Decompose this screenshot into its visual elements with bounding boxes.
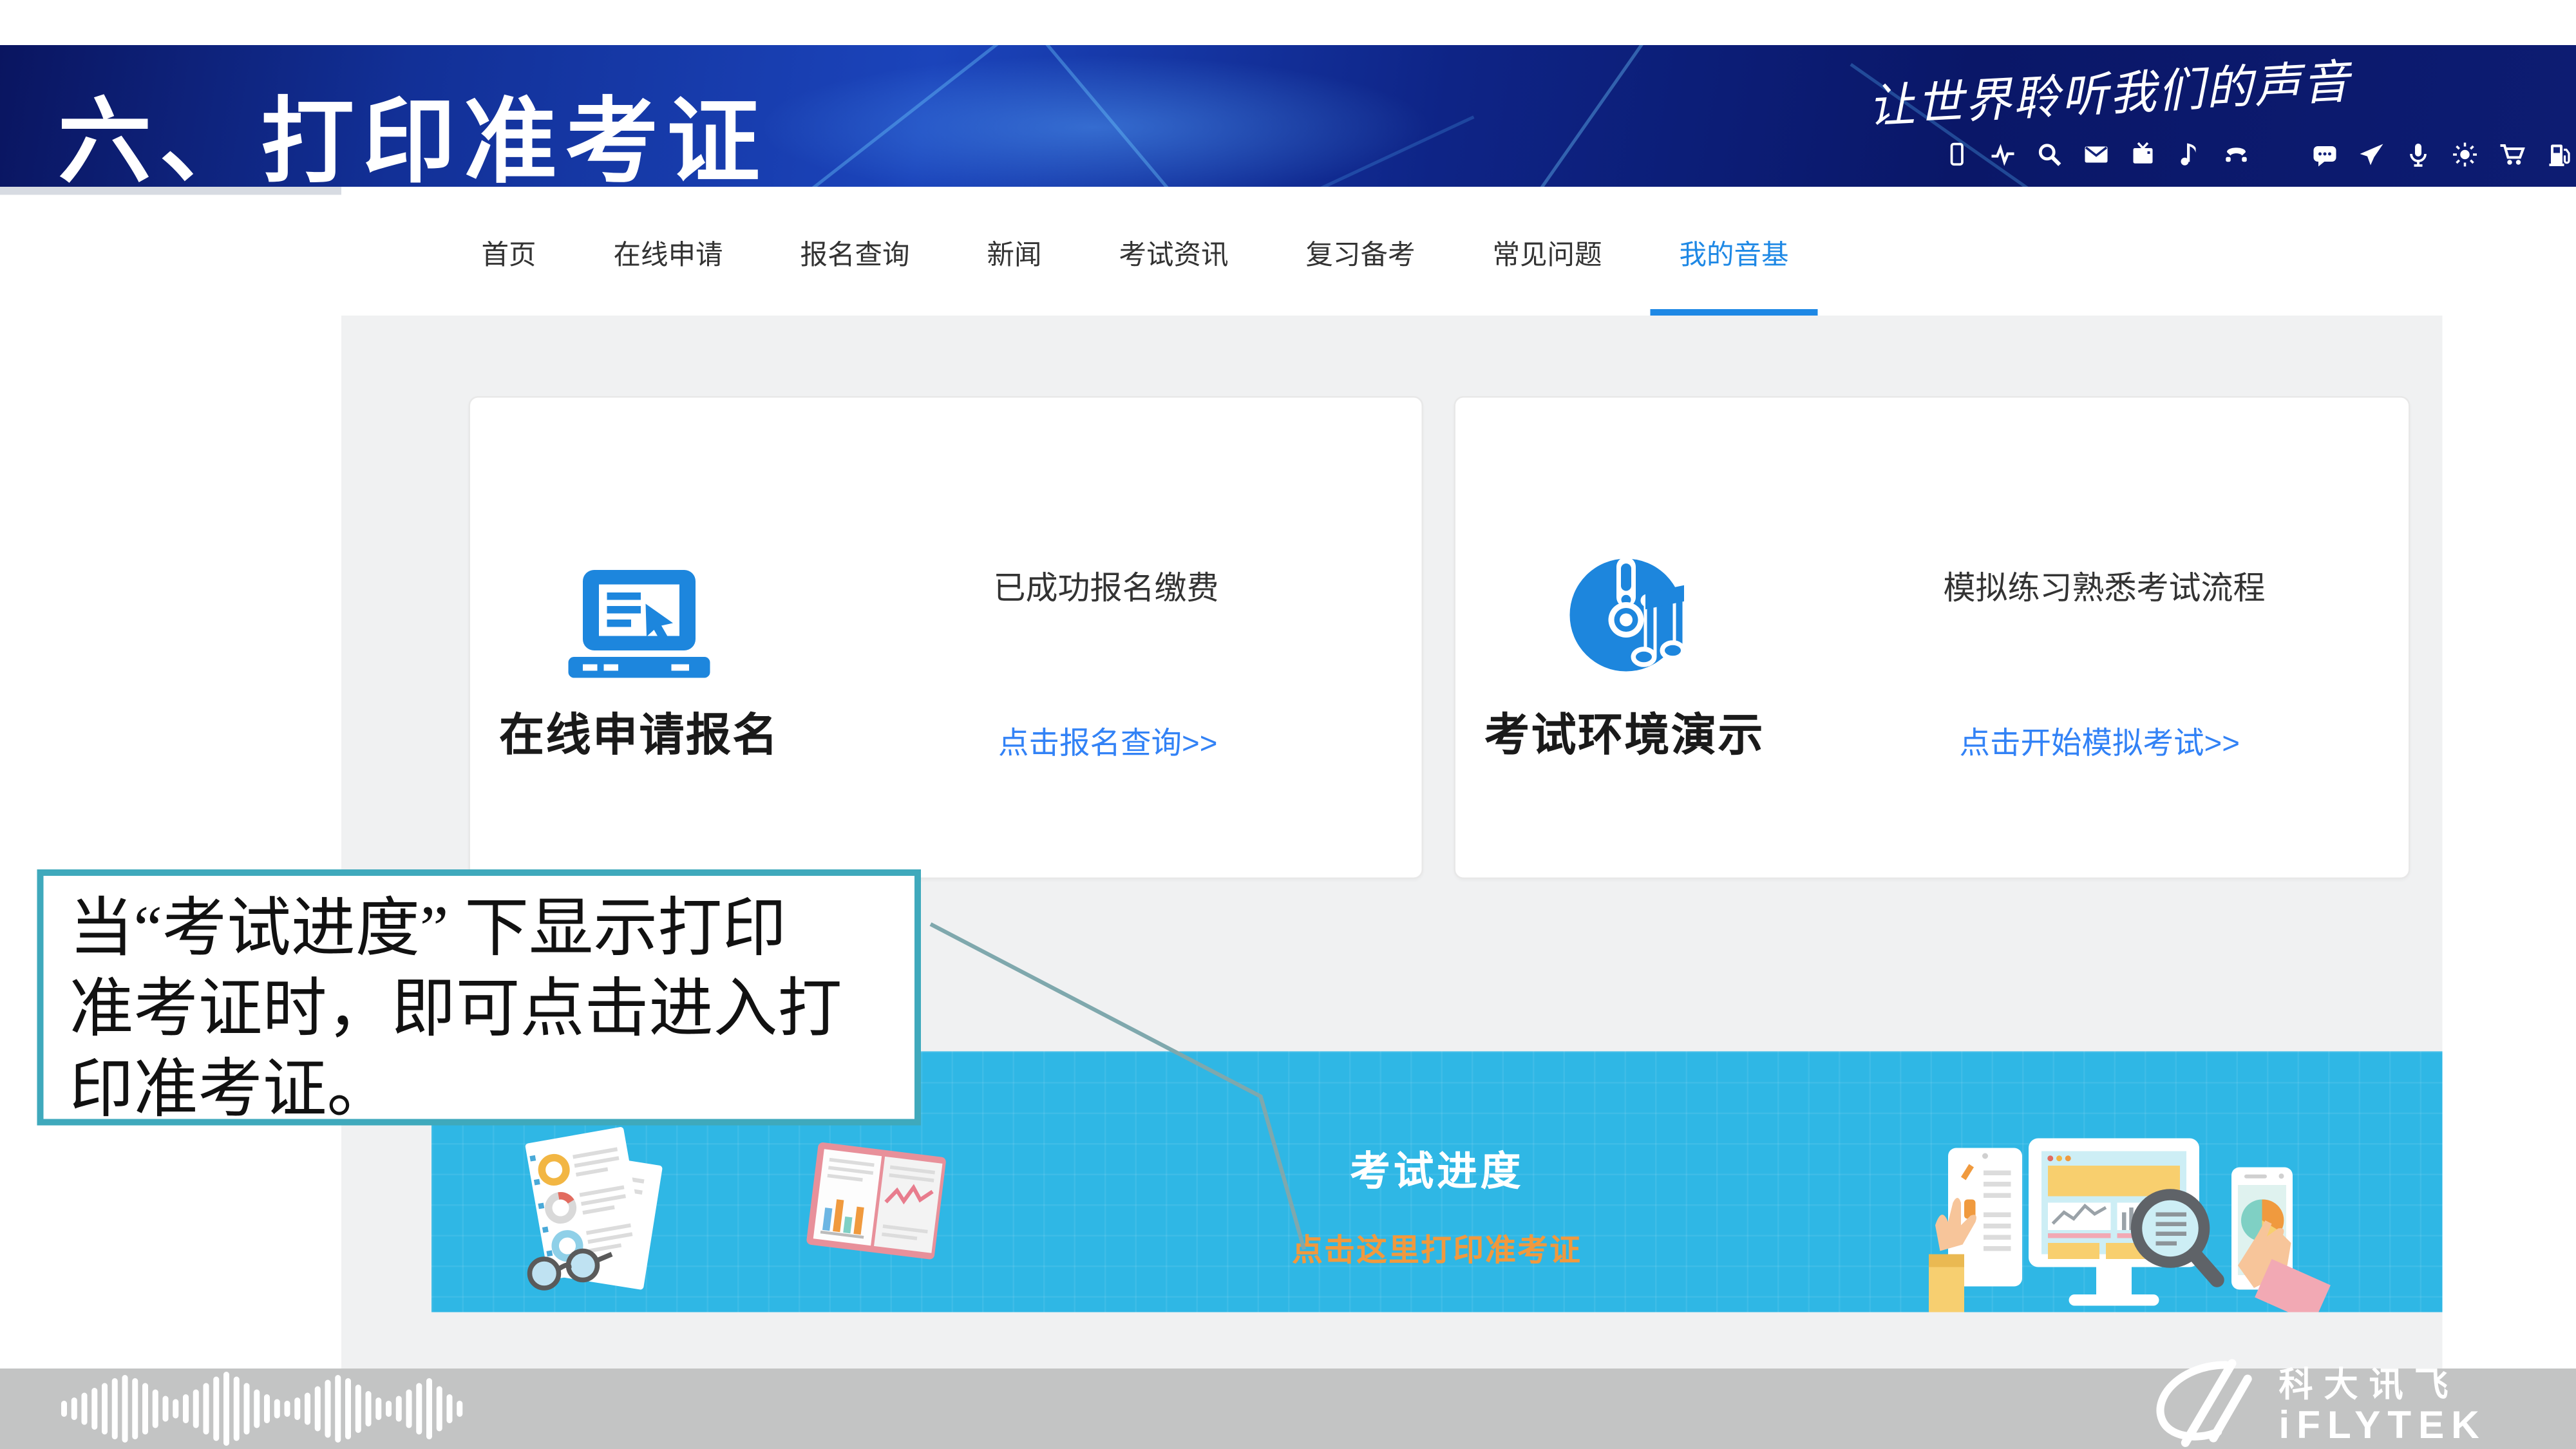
nav-item-faq[interactable]: 常见问题 xyxy=(1493,187,1602,316)
phone-call-icon xyxy=(2224,142,2249,167)
nav-item-my-yinji[interactable]: 我的音基 xyxy=(1680,187,1789,316)
online-apply-link[interactable]: 点击报名查询>> xyxy=(998,720,1218,764)
iflytek-swoosh-icon xyxy=(2160,1363,2248,1443)
exam-demo-desc: 模拟练习熟悉考试流程 xyxy=(1944,562,2266,609)
exam-demo-card[interactable]: 考试环境演示 模拟练习熟悉考试流程 点击开始模拟考试>> xyxy=(1454,396,2410,879)
mobile-icon xyxy=(1945,142,1969,167)
slide: 六、打印准考证 让世界聆听我们的声音 首页 在线申请 报名查询 新闻 考试资讯 … xyxy=(0,0,2576,1449)
iflytek-brand-cn: 科大讯飞 xyxy=(2278,1366,2459,1404)
microphone-icon xyxy=(2405,142,2431,167)
nav-item-exam-info[interactable]: 考试资讯 xyxy=(1119,187,1229,316)
plane-icon xyxy=(2359,142,2385,167)
online-apply-title: 在线申请报名 xyxy=(486,701,792,765)
title-banner-shadow xyxy=(0,187,341,195)
mail-icon xyxy=(2083,142,2109,167)
nav-item-news[interactable]: 新闻 xyxy=(987,187,1042,316)
cart-icon xyxy=(2499,142,2526,167)
exam-demo-title: 考试环境演示 xyxy=(1472,701,1777,765)
annotation-callout: 当“考试进度” 下显示打印 准考证时，即可点击进入打 印准考证。 xyxy=(37,869,922,1126)
site-nav: 首页 在线申请 报名查询 新闻 考试资讯 复习备考 常见问题 我的音基 xyxy=(341,187,2443,316)
iflytek-logo: 科大讯飞 iFLYTEK xyxy=(2141,1354,2544,1448)
nav-item-review[interactable]: 复习备考 xyxy=(1306,187,1416,316)
page-title: 六、打印准考证 xyxy=(58,66,768,187)
online-apply-card[interactable]: 在线申请报名 已成功报名缴费 点击报名查询>> xyxy=(469,396,1424,879)
exam-demo-disc-icon xyxy=(1548,556,1702,697)
banner-glow xyxy=(757,55,1433,187)
waveform-bars xyxy=(61,1372,462,1446)
magnifier-icon xyxy=(2137,1195,2217,1280)
chat-icon xyxy=(2312,142,2338,167)
brand-slogan: 让世界聆听我们的声音 xyxy=(1866,45,2561,137)
fuel-pump-icon xyxy=(2547,142,2573,167)
open-book-illustration xyxy=(805,1140,950,1278)
banner-icon-row xyxy=(1945,142,2573,167)
callout-line-2: 准考证时，即可点击进入打 xyxy=(70,969,915,1050)
pulse-icon xyxy=(1990,142,2016,167)
title-banner: 六、打印准考证 让世界聆听我们的声音 xyxy=(0,45,2576,187)
callout-line-1: 当“考试进度” 下显示打印 xyxy=(70,889,915,969)
documents-illustration xyxy=(518,1124,696,1304)
search-icon xyxy=(2037,142,2063,167)
tv-icon xyxy=(2130,142,2156,167)
music-note-icon xyxy=(2177,142,2202,167)
online-apply-status: 已成功报名缴费 xyxy=(994,562,1219,609)
iflytek-brand-en: iFLYTEK xyxy=(2278,1403,2486,1446)
callout-line-3: 印准考证。 xyxy=(70,1050,915,1130)
online-apply-laptop-icon xyxy=(562,569,717,678)
nav-item-apply[interactable]: 在线申请 xyxy=(614,187,723,316)
waveform-logo xyxy=(61,1370,467,1448)
devices-illustration xyxy=(1929,1135,2334,1312)
nav-item-query[interactable]: 报名查询 xyxy=(800,187,910,316)
exam-demo-link[interactable]: 点击开始模拟考试>> xyxy=(1960,720,2240,764)
sun-icon xyxy=(2452,142,2478,167)
nav-item-home[interactable]: 首页 xyxy=(482,187,536,316)
